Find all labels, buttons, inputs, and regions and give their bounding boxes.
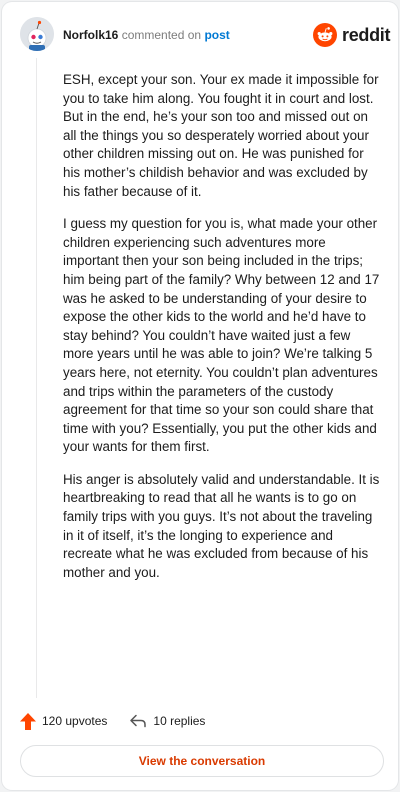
avatar[interactable]: [20, 17, 54, 51]
commented-on-text: commented on: [121, 28, 202, 42]
snoo-avatar-icon: [20, 17, 54, 51]
reply-arrow-icon[interactable]: [129, 714, 147, 728]
upvote-group[interactable]: 120 upvotes: [20, 712, 108, 730]
comment-paragraph: ESH, except your son. Your ex made it im…: [63, 72, 379, 199]
username[interactable]: Norfolk16: [63, 28, 118, 42]
comment-header: Norfolk16 commented on post: [63, 27, 230, 43]
comment-body: ESH, except your son. Your ex made it im…: [63, 71, 381, 596]
reddit-logo[interactable]: reddit: [313, 21, 391, 49]
comment-paragraph: His anger is absolutely valid and unders…: [63, 471, 380, 580]
reddit-wordmark: reddit: [342, 24, 391, 45]
upvote-arrow-icon[interactable]: [20, 712, 36, 730]
comment-footer: 120 upvotes 10 replies: [20, 711, 205, 731]
reply-count: 10 replies: [153, 714, 206, 728]
comment-card: Norfolk16 commented on post reddit ESH, …: [2, 2, 398, 790]
thread-line: [36, 58, 37, 698]
view-conversation-button[interactable]: View the conversation: [20, 745, 384, 777]
upvote-count: 120 upvotes: [42, 714, 108, 728]
post-link[interactable]: post: [204, 28, 229, 42]
reddit-snoo-icon: [313, 23, 337, 47]
comment-paragraph: I guess my question for you is, what mad…: [63, 216, 380, 455]
replies-group[interactable]: 10 replies: [129, 714, 205, 728]
